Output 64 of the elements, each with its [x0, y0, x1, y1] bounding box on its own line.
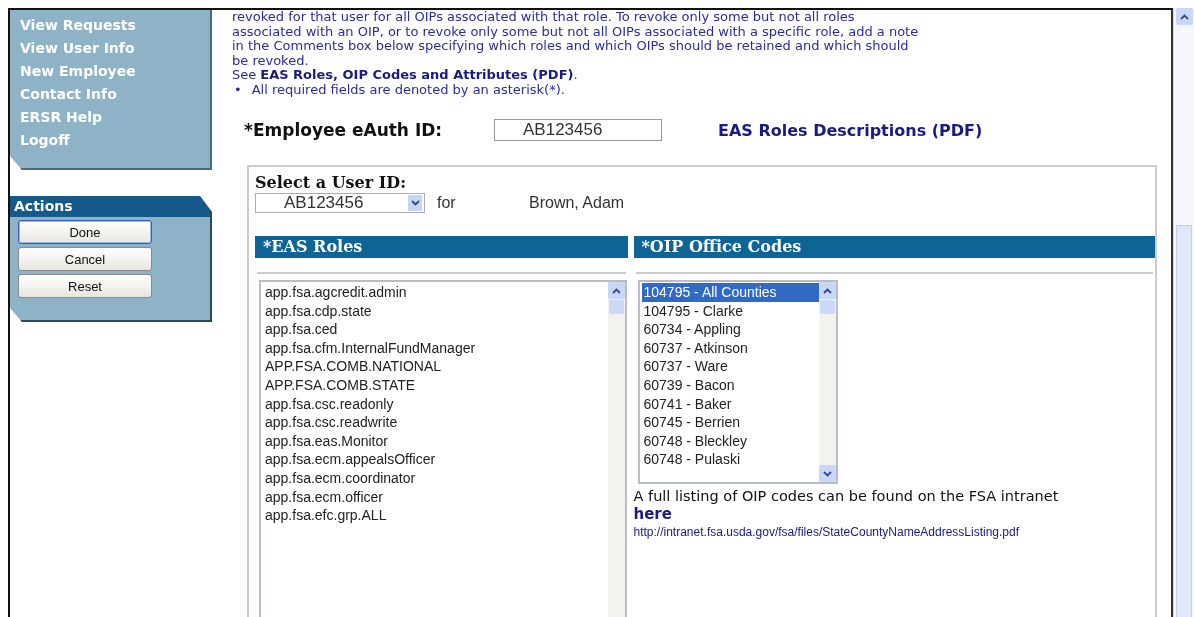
- scroll-up-button[interactable]: [608, 282, 625, 299]
- office-option[interactable]: 60737 - Ware: [641, 357, 819, 376]
- listing-url-link[interactable]: http://intranet.fsa.usda.gov/fsa/files/StateCountyNameAddressListing.pdf: [633, 525, 1155, 539]
- period-text: .: [573, 68, 578, 83]
- role-option[interactable]: app.fsa.csc.readwrite: [263, 413, 608, 432]
- roles-descriptions-link[interactable]: EAS Roles Descriptions (PDF): [718, 120, 983, 140]
- user-id-dropdown[interactable]: AB123456: [255, 193, 425, 213]
- scroll-up-button[interactable]: [1175, 8, 1193, 25]
- see-text: See: [232, 68, 257, 83]
- office-option[interactable]: 60748 - Bleckley: [641, 431, 819, 451]
- role-option[interactable]: app.fsa.ecm.appealsOfficer: [263, 450, 608, 469]
- role-option[interactable]: APP.FSA.COMB.NATIONAL: [263, 357, 608, 376]
- required-note: All required fields are denoted by an asterisk(*).: [251, 82, 565, 97]
- action-button[interactable]: Done: [18, 220, 152, 244]
- roles-pdf-link[interactable]: EAS Roles, OIP Codes and Attributes (PDF): [260, 68, 574, 83]
- page-scrollbar[interactable]: [1173, 8, 1194, 617]
- office-option[interactable]: 60734 - Appling: [641, 320, 819, 339]
- role-option[interactable]: app.fsa.csc.readonly: [263, 394, 608, 414]
- user-name: Brown, Adam: [529, 194, 625, 212]
- scrollbar[interactable]: [608, 282, 625, 617]
- scroll-thumb[interactable]: [819, 300, 835, 314]
- listing-note: A full listing of OIP codes can be found on the FSA intranet: [633, 488, 1060, 504]
- employee-id-field[interactable]: AB123456: [494, 119, 662, 141]
- here-link[interactable]: here: [633, 505, 672, 523]
- action-button[interactable]: Cancel: [18, 247, 152, 271]
- role-option[interactable]: app.fsa.eas.Monitor: [263, 431, 608, 451]
- roles-listbox[interactable]: [259, 280, 627, 617]
- role-option[interactable]: APP.FSA.COMB.STATE: [263, 375, 608, 395]
- for-text: for: [437, 194, 457, 212]
- scroll-thumb[interactable]: [1176, 225, 1192, 617]
- office-option[interactable]: 60748 - Pulaski: [641, 450, 819, 469]
- intro-text: revoked for that user for all OIPs associated with that role. To revoke only some but not all roles: [232, 10, 856, 25]
- actions-title: Actions: [10, 196, 210, 217]
- bullet-text: •: [233, 82, 243, 97]
- chevron-up-icon: [612, 287, 621, 294]
- role-option[interactable]: app.fsa.ecm.coordinator: [263, 468, 608, 488]
- office-codes-heading: *OIP Office Codes: [633, 236, 1155, 258]
- role-option[interactable]: app.fsa.ced: [263, 320, 608, 339]
- office-option[interactable]: 104795 - Clarke: [641, 301, 819, 321]
- intro-text: be revoked.: [232, 53, 310, 68]
- chevron-down-icon: [410, 200, 420, 206]
- scrollbar[interactable]: [818, 282, 836, 482]
- office-option[interactable]: 60745 - Berrien: [641, 413, 819, 432]
- chevron-down-icon: [822, 470, 832, 477]
- office-option[interactable]: 60739 - Bacon: [641, 375, 819, 395]
- office-option[interactable]: 104795 - All Counties: [641, 283, 819, 302]
- role-option[interactable]: app.fsa.ecm.officer: [263, 487, 608, 507]
- select-user-label: Select a User ID:: [255, 173, 408, 192]
- office-codes-listbox[interactable]: 104795 - All Counties 104795 - Clarke 60734 - Appling 60737 - Atkinson 60737 - Ware 60739 - Bacon 60741 - Baker 60745 - Berrien 60748 - Bleckley 60748 - Pulaski: [637, 280, 838, 484]
- role-option[interactable]: app.fsa.cdp.state: [263, 301, 608, 321]
- chevron-up-icon: [1179, 13, 1189, 20]
- chevron-up-icon: [822, 287, 832, 294]
- office-option[interactable]: 60737 - Atkinson: [641, 338, 819, 358]
- roles-heading: *EAS Roles: [255, 236, 628, 258]
- employee-id-label: *Employee eAuth ID:: [244, 120, 444, 140]
- scroll-down-button[interactable]: [818, 465, 836, 482]
- scroll-thumb[interactable]: [609, 300, 624, 314]
- intro-text: in the Comments box below specifying which roles and which OIPs should be retained and which should: [232, 39, 910, 54]
- office-option[interactable]: 60741 - Baker: [641, 394, 819, 414]
- role-option[interactable]: app.fsa.agcredit.admin: [263, 283, 608, 302]
- intro-text: associated with an OIP, or to revoke only some but not all OIPs associated with a specific role, add a note: [232, 24, 920, 39]
- action-button[interactable]: Reset: [18, 274, 152, 298]
- role-option[interactable]: app.fsa.efc.grp.ALL: [263, 506, 608, 525]
- role-option[interactable]: app.fsa.cfm.InternalFundManager: [263, 338, 608, 358]
